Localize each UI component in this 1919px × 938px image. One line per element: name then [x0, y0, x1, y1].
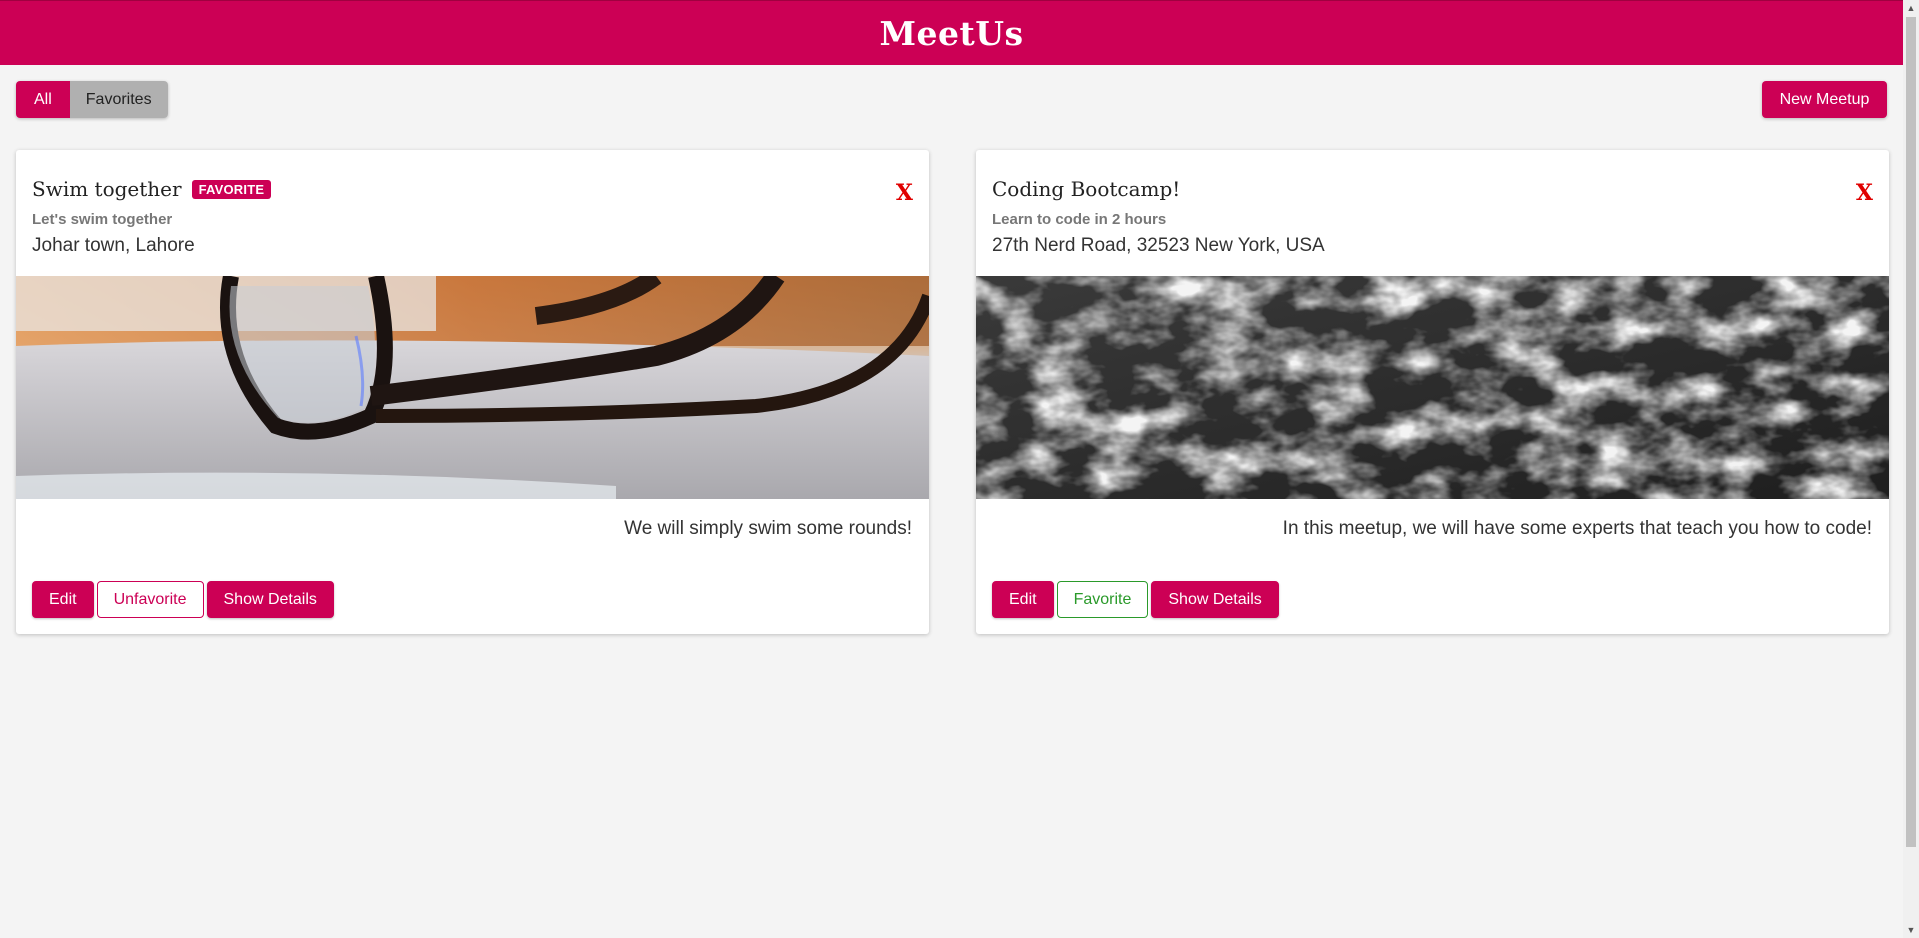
card-header: Coding Bootcamp! X Learn to code in 2 ho…	[992, 176, 1873, 257]
delete-meetup-button[interactable]: X	[896, 180, 913, 206]
app-header: MeetUs	[0, 0, 1903, 65]
meetup-address: 27th Nerd Road, 32523 New York, USA	[992, 235, 1325, 256]
scrollbar-thumb[interactable]	[1906, 17, 1916, 847]
scroll-up-arrow-icon[interactable]: ▲	[1903, 0, 1919, 16]
delete-meetup-button[interactable]: X	[1856, 180, 1873, 206]
card-title-row: Swim together FAVORITE	[32, 176, 913, 202]
filter-toggle-group: All Favorites	[16, 81, 168, 118]
meetup-description: We will simply swim some rounds!	[624, 518, 912, 539]
ocean-waves-photo	[976, 276, 1889, 499]
meetup-card: Swim together FAVORITE X Let's swim toge…	[16, 150, 929, 634]
card-title-row: Coding Bootcamp!	[992, 176, 1873, 202]
meetup-card: Coding Bootcamp! X Learn to code in 2 ho…	[976, 150, 1889, 634]
meetup-image	[16, 276, 929, 499]
show-details-button[interactable]: Show Details	[206, 581, 334, 618]
meetup-subtitle: Learn to code in 2 hours	[992, 211, 1167, 228]
card-actions: Edit Favorite Show Details	[992, 581, 1279, 618]
filter-favorites-button[interactable]: Favorites	[69, 81, 168, 118]
card-actions: Edit Unfavorite Show Details	[32, 581, 334, 618]
new-meetup-button[interactable]: New Meetup	[1762, 81, 1887, 118]
scroll-down-arrow-icon[interactable]: ▼	[1903, 922, 1919, 938]
meetup-subtitle: Let's swim together	[32, 211, 173, 228]
meetup-title: Coding Bootcamp!	[992, 177, 1181, 201]
vertical-scrollbar[interactable]: ▲ ▼	[1903, 0, 1919, 938]
app-title: MeetUs	[879, 13, 1024, 53]
unfavorite-button[interactable]: Unfavorite	[96, 581, 204, 618]
favorite-badge: FAVORITE	[191, 179, 272, 199]
favorite-button[interactable]: Favorite	[1056, 581, 1149, 618]
filter-all-button[interactable]: All	[16, 81, 70, 118]
edit-button[interactable]: Edit	[32, 581, 94, 618]
meetup-address: Johar town, Lahore	[32, 235, 195, 256]
page: MeetUs All Favorites New Meetup Swim tog…	[0, 0, 1919, 938]
edit-button[interactable]: Edit	[992, 581, 1054, 618]
eyeglasses-photo	[16, 276, 929, 499]
meetup-image	[976, 276, 1889, 499]
meetup-description: In this meetup, we will have some expert…	[1282, 518, 1872, 539]
show-details-button[interactable]: Show Details	[1151, 581, 1279, 618]
meetup-title: Swim together	[32, 177, 182, 201]
card-header: Swim together FAVORITE X Let's swim toge…	[32, 176, 913, 257]
